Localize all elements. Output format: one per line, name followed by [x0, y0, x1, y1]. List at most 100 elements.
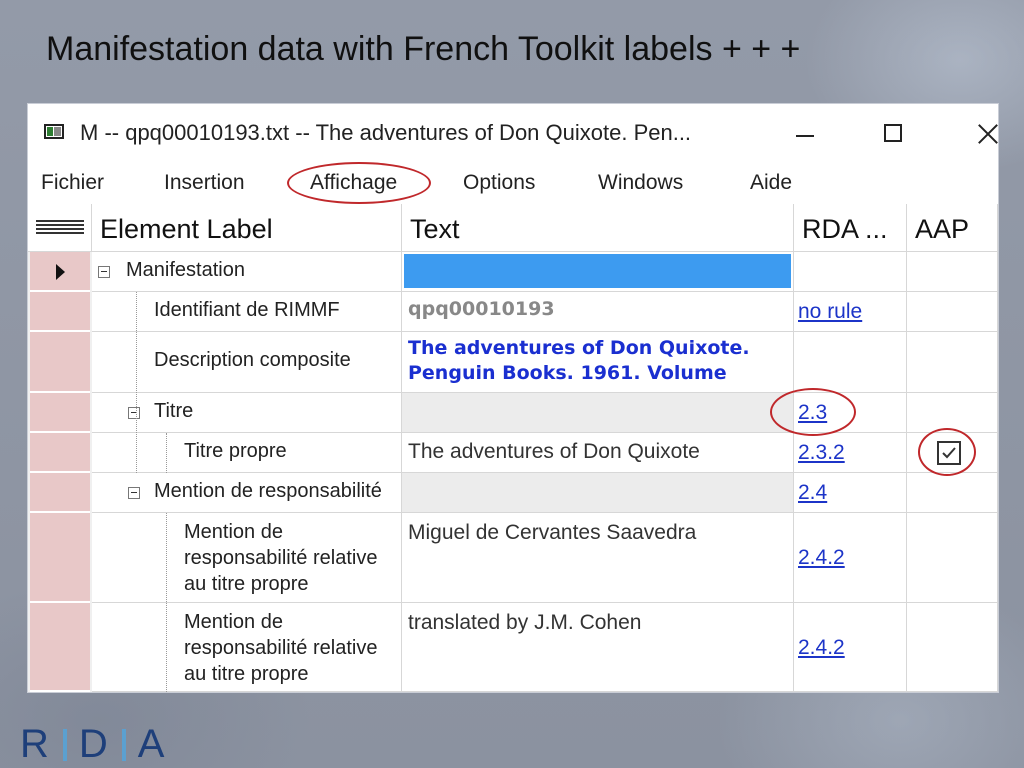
rda-link[interactable]: 2.4.2 [798, 636, 845, 660]
text-cell[interactable]: qpq00010193 [402, 292, 794, 332]
cell-text: The adventures of Don Quixote [408, 440, 700, 463]
rda-cell[interactable]: 2.3.2 [794, 433, 907, 473]
row-header[interactable] [30, 433, 90, 473]
menu-aide[interactable]: Aide [750, 171, 792, 195]
label-cell[interactable]: Mention de responsabilité relative au ti… [92, 513, 402, 603]
collapse-icon[interactable] [98, 266, 110, 278]
text-cell[interactable]: The adventures of Don Quixote. Penguin B… [402, 332, 794, 393]
minimize-button[interactable] [786, 116, 826, 150]
text-cell[interactable] [402, 473, 794, 513]
menu-bar: Fichier Insertion Affichage Options Wind… [28, 162, 998, 204]
element-label-line1: Mention de [184, 521, 283, 543]
header-text[interactable]: Text [402, 204, 794, 252]
table-row[interactable]: Mention de responsabilité relative au ti… [28, 603, 998, 692]
row-header[interactable] [30, 252, 90, 292]
text-cell[interactable]: translated by J.M. Cohen [402, 603, 794, 692]
rda-cell[interactable]: 2.4 [794, 473, 907, 513]
cell-text: translated by J.M. Cohen [408, 611, 642, 634]
aap-cell[interactable] [907, 433, 998, 473]
cell-text-line1: The adventures of Don Quixote. [408, 337, 750, 359]
row-header[interactable] [30, 473, 90, 513]
window-title: M -- qpq00010193.txt -- The adventures o… [80, 120, 692, 145]
table-row[interactable]: Titre 2.3 [28, 393, 998, 433]
header-aap-label: AAP [915, 214, 970, 244]
text-cell[interactable] [402, 252, 794, 292]
logo-separator [62, 729, 67, 761]
logo-letter-r: R [20, 722, 51, 766]
collapse-icon[interactable] [128, 407, 140, 419]
table-row[interactable]: Identifiant de RIMMF qpq00010193 no rule [28, 292, 998, 332]
text-cell[interactable]: The adventures of Don Quixote [402, 433, 794, 473]
selected-cell-highlight [404, 254, 791, 288]
header-text-label: Text [410, 214, 460, 244]
slide-title: Manifestation data with French Toolkit l… [46, 30, 801, 68]
rda-link[interactable]: 2.4.2 [798, 546, 845, 570]
rda-cell[interactable]: no rule [794, 292, 907, 332]
row-header[interactable] [30, 513, 90, 603]
table-row[interactable]: Titre propre The adventures of Don Quixo… [28, 433, 998, 473]
menu-options[interactable]: Options [463, 171, 535, 195]
header-rda[interactable]: RDA ... [794, 204, 907, 252]
aap-checkbox[interactable] [937, 441, 961, 465]
rda-cell[interactable]: 2.4.2 [794, 513, 907, 603]
element-label-line2: responsabilité relative [184, 547, 378, 569]
row-header[interactable] [30, 332, 90, 393]
rda-cell[interactable]: 2.4.2 [794, 603, 907, 692]
table-row[interactable]: Mention de responsabilité 2.4 [28, 473, 998, 513]
label-cell[interactable]: Identifiant de RIMMF [92, 292, 402, 332]
aap-cell[interactable] [907, 252, 998, 292]
header-aap[interactable]: AAP [907, 204, 998, 252]
element-label: Identifiant de RIMMF [154, 299, 340, 321]
rda-cell[interactable] [794, 252, 907, 292]
table-row[interactable]: Manifestation [28, 252, 998, 292]
label-cell[interactable]: Description composite [92, 332, 402, 393]
aap-cell[interactable] [907, 393, 998, 433]
element-label: Mention de responsabilité [154, 480, 382, 502]
element-label: Titre propre [184, 440, 287, 462]
label-cell[interactable]: Titre [92, 393, 402, 433]
element-grid: Element Label Text RDA ... AAP Manifesta… [28, 204, 998, 692]
row-header[interactable] [30, 393, 90, 433]
cell-text: Miguel de Cervantes Saavedra [408, 521, 697, 544]
logo-letter-d: D [78, 722, 110, 766]
aap-cell[interactable] [907, 332, 998, 393]
table-row[interactable]: Mention de responsabilité relative au ti… [28, 513, 998, 603]
rda-link[interactable]: 2.3 [798, 401, 827, 425]
row-header[interactable] [30, 292, 90, 332]
element-label: Description composite [154, 349, 351, 371]
rda-link[interactable]: 2.3.2 [798, 441, 845, 465]
rda-link[interactable]: 2.4 [798, 481, 827, 505]
title-bar: M -- qpq00010193.txt -- The adventures o… [28, 104, 998, 162]
element-label-line3: au titre propre [184, 663, 309, 685]
cell-text: qpq00010193 [408, 298, 555, 320]
rda-cell[interactable] [794, 332, 907, 393]
aap-cell[interactable] [907, 473, 998, 513]
label-cell[interactable]: Manifestation [92, 252, 402, 292]
maximize-button[interactable] [874, 116, 914, 150]
menu-windows[interactable]: Windows [598, 171, 683, 195]
app-window-screenshot: M -- qpq00010193.txt -- The adventures o… [28, 104, 998, 692]
menu-affichage[interactable]: Affichage [310, 171, 397, 195]
text-cell[interactable]: Miguel de Cervantes Saavedra [402, 513, 794, 603]
aap-cell[interactable] [907, 292, 998, 332]
rda-cell[interactable]: 2.3 [794, 393, 907, 433]
table-row[interactable]: Description composite The adventures of … [28, 332, 998, 393]
row-header[interactable] [30, 603, 90, 692]
collapse-icon[interactable] [128, 487, 140, 499]
header-element-label[interactable]: Element Label [92, 204, 402, 252]
lines-icon [36, 220, 84, 236]
menu-insertion[interactable]: Insertion [164, 171, 245, 195]
label-cell[interactable]: Mention de responsabilité [92, 473, 402, 513]
tree-guide-line [166, 513, 168, 692]
current-row-arrow-icon [56, 264, 65, 280]
label-cell[interactable]: Mention de responsabilité relative au ti… [92, 603, 402, 692]
menu-fichier[interactable]: Fichier [41, 171, 104, 195]
app-icon [44, 124, 64, 139]
close-button[interactable] [966, 116, 998, 150]
aap-cell[interactable] [907, 603, 998, 692]
text-cell[interactable] [402, 393, 794, 433]
label-cell[interactable]: Titre propre [92, 433, 402, 473]
header-row-selector[interactable] [28, 204, 92, 252]
rda-link[interactable]: no rule [798, 300, 862, 324]
aap-cell[interactable] [907, 513, 998, 603]
